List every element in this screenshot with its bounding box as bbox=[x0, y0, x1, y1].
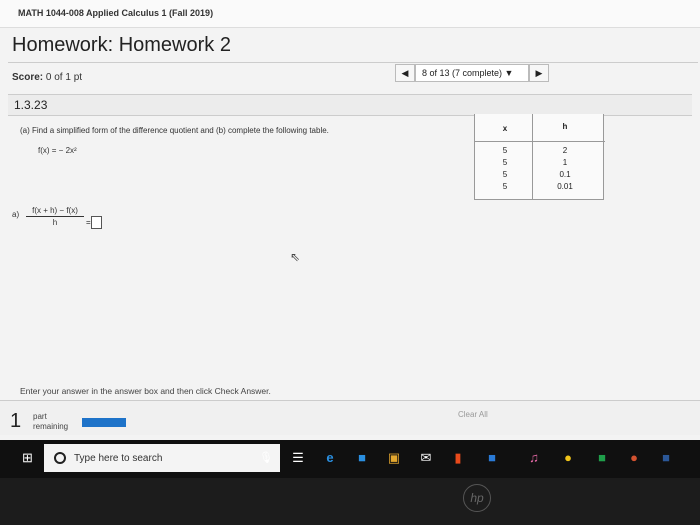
function-definition: f(x) = − 2x² bbox=[38, 146, 77, 155]
divider bbox=[8, 62, 698, 63]
chrome-icon[interactable]: ● bbox=[558, 448, 578, 468]
table-cell-x: 5 bbox=[502, 170, 508, 179]
file-explorer-icon[interactable]: ■ bbox=[352, 448, 372, 468]
equals-sign: = bbox=[86, 218, 91, 227]
table-header-x: x bbox=[502, 124, 508, 133]
word-icon[interactable]: ■ bbox=[656, 448, 676, 468]
instructions: Enter your answer in the answer box and … bbox=[20, 386, 271, 396]
clear-all-button[interactable]: Clear All bbox=[458, 410, 488, 419]
table-cell-h: 0.01 bbox=[557, 182, 573, 191]
part-a-label: a) bbox=[12, 210, 20, 219]
difference-quotient: f(x + h) − f(x) h bbox=[26, 206, 84, 227]
mouse-cursor-icon: ⇖ bbox=[290, 250, 301, 264]
store-icon[interactable]: ▣ bbox=[384, 448, 404, 468]
mail-icon[interactable]: ✉ bbox=[416, 448, 436, 468]
table-cell-h: 0.1 bbox=[559, 170, 571, 179]
table-divider bbox=[532, 114, 533, 200]
table-cell-x: 5 bbox=[502, 158, 508, 167]
progress-bar bbox=[82, 418, 126, 427]
course-title: MATH 1044-008 Applied Calculus 1 (Fall 2… bbox=[18, 8, 214, 18]
search-placeholder: Type here to search bbox=[74, 453, 163, 464]
table-header-h: h bbox=[562, 122, 568, 131]
hp-logo-icon: hp bbox=[463, 484, 491, 512]
table-cell-x: 5 bbox=[502, 146, 508, 155]
question-number: 1.3.23 bbox=[14, 98, 48, 112]
previous-question-button[interactable]: ◀ bbox=[395, 64, 415, 82]
excel-icon[interactable]: ■ bbox=[592, 448, 612, 468]
next-question-button[interactable]: ▶ bbox=[529, 64, 549, 82]
question-navigator: ◀ 8 of 13 (7 complete) ▼ ▶ bbox=[395, 64, 555, 82]
question-prompt: (a) Find a simplified form of the differ… bbox=[20, 126, 329, 135]
cortana-icon bbox=[54, 452, 66, 464]
taskbar-search[interactable]: Type here to search bbox=[44, 444, 280, 472]
question-selector[interactable]: 8 of 13 (7 complete) ▼ bbox=[415, 64, 529, 82]
taskbar: ⊞ Type here to search 🎙 ☰ e ■ ▣ ✉ ▮ ■ ♫ … bbox=[0, 440, 700, 478]
outlook-icon[interactable]: ■ bbox=[482, 448, 502, 468]
question-header: 1.3.23 bbox=[8, 94, 692, 116]
task-view-icon[interactable]: ☰ bbox=[288, 448, 308, 468]
table-cell-h: 2 bbox=[562, 146, 568, 155]
browser-content: MATH 1044-008 Applied Calculus 1 (Fall 2… bbox=[0, 0, 700, 478]
parts-remaining-label: part remaining bbox=[33, 412, 68, 432]
edge-icon[interactable]: e bbox=[320, 448, 340, 468]
quotient-denominator: h bbox=[52, 218, 58, 227]
windows-start-icon[interactable]: ⊞ bbox=[22, 450, 38, 466]
itunes-icon[interactable]: ♫ bbox=[524, 448, 544, 468]
answer-input[interactable] bbox=[91, 216, 102, 229]
microphone-icon[interactable]: 🎙 bbox=[256, 448, 276, 468]
table-cell-h: 1 bbox=[562, 158, 568, 167]
office-icon[interactable]: ▮ bbox=[448, 448, 468, 468]
parts-remaining-count: 1 bbox=[10, 410, 22, 432]
values-table: x h 5 2 5 1 5 0.1 5 0.01 bbox=[474, 114, 605, 200]
score-value: 0 of 1 pt bbox=[45, 72, 83, 83]
score: Score: 0 of 1 pt bbox=[12, 72, 82, 83]
powerpoint-icon[interactable]: ● bbox=[624, 448, 644, 468]
parts-label-line1: part bbox=[33, 412, 47, 421]
score-label: Score: bbox=[12, 72, 44, 83]
course-header: MATH 1044-008 Applied Calculus 1 (Fall 2… bbox=[0, 0, 700, 28]
homework-title: Homework: Homework 2 bbox=[12, 34, 231, 56]
quotient-numerator: f(x + h) − f(x) bbox=[26, 206, 84, 217]
parts-label-line2: remaining bbox=[33, 422, 69, 431]
table-cell-x: 5 bbox=[502, 182, 508, 191]
